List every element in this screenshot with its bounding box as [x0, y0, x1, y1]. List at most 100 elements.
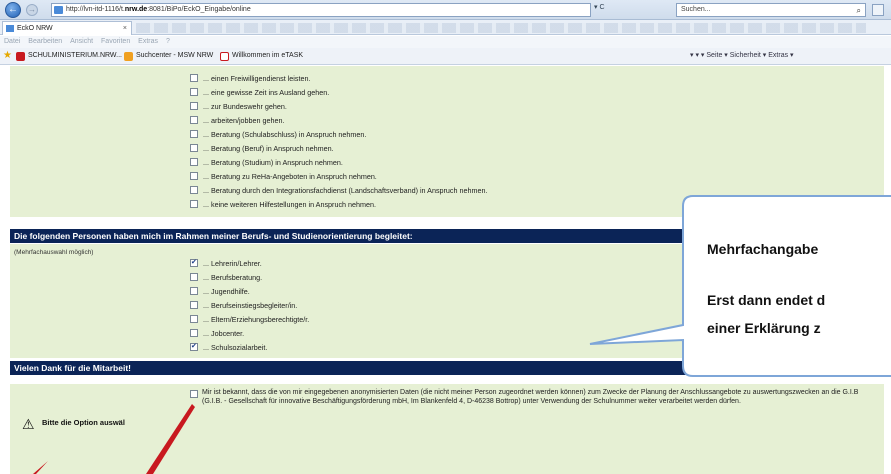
option-label: ... einen Freiwilligendienst leisten.	[203, 74, 311, 83]
option-jugendhilfe[interactable]: ... Jugendhilfe.	[190, 286, 250, 297]
option-label: ... Jugendhilfe.	[203, 287, 250, 296]
option-integrationsfachdienst[interactable]: ... Beratung durch den Integrationsfachd…	[190, 185, 488, 196]
checkbox[interactable]	[190, 130, 198, 139]
option-label: ... Jobcenter.	[203, 329, 245, 338]
checkbox-checked[interactable]	[190, 259, 198, 268]
checkbox[interactable]	[190, 200, 198, 209]
callout-heading: Mehrfachangabe	[707, 241, 819, 257]
option-arbeiten[interactable]: ... arbeiten/jobben gehen.	[190, 115, 285, 126]
menu-help[interactable]: ?	[166, 38, 170, 45]
section-header-dank: Vielen Dank für die Mitarbeit!	[10, 361, 884, 375]
address-prefix: http://lvn-itd-1116/t.	[66, 6, 125, 13]
checkbox[interactable]	[190, 329, 198, 338]
option-beratung-studium[interactable]: ... Beratung (Studium) in Anspruch nehme…	[190, 157, 343, 168]
option-label: ... Eltern/Erziehungsberechtigte/r.	[203, 315, 310, 324]
checkbox[interactable]	[190, 301, 198, 310]
option-ausland[interactable]: ... eine gewisse Zeit ins Ausland gehen.	[190, 87, 329, 98]
option-beratung-beruf[interactable]: ... Beratung (Beruf) in Anspruch nehmen.	[190, 143, 334, 154]
favorites-bar: ★ SCHULMINISTERIUM.NRW... Suchcenter - M…	[0, 48, 891, 65]
checkbox[interactable]	[190, 74, 198, 83]
command-bar[interactable]: ▾ ▾ ▾ Seite ▾ Sicherheit ▾ Extras ▾	[690, 48, 794, 64]
option-label: ... keine weiteren Hilfestellungen in An…	[203, 200, 377, 209]
favorite-label: SCHULMINISTERIUM.NRW...	[28, 52, 122, 59]
tab-ecko-nrw[interactable]: EckO NRW ×	[2, 21, 132, 35]
menu-bar: Datei Bearbeiten Ansicht Favoriten Extra…	[0, 36, 891, 48]
etask-logo-icon	[220, 52, 229, 61]
option-berufseinstiegsbegleiter[interactable]: ... Berufseinstiegsbegleiter/in.	[190, 300, 297, 311]
favorite-schulministerium[interactable]: SCHULMINISTERIUM.NRW...	[16, 48, 122, 64]
option-label: ... Beratung zu ReHa-Angeboten in Anspru…	[203, 172, 377, 181]
checkbox-checked[interactable]	[190, 343, 198, 352]
option-label: ... Lehrerin/Lehrer.	[203, 259, 262, 268]
option-schulsozialarbeit[interactable]: ... Schulsozialarbeit.	[190, 342, 267, 353]
checkbox[interactable]	[190, 102, 198, 111]
option-beratung-reha[interactable]: ... Beratung zu ReHa-Angeboten in Anspru…	[190, 171, 377, 182]
checkbox[interactable]	[190, 158, 198, 167]
option-label: ... Beratung (Studium) in Anspruch nehme…	[203, 158, 343, 167]
favorite-etask[interactable]: Willkommen im eTASK	[220, 48, 303, 64]
option-label: ... Beratung (Beruf) in Anspruch nehmen.	[203, 144, 334, 153]
tab-favicon-icon	[6, 25, 14, 32]
checkbox[interactable]	[190, 144, 198, 153]
menu-extras[interactable]: Extras	[138, 38, 158, 45]
back-button[interactable]: ←	[5, 2, 21, 18]
menu-favoriten[interactable]: Favoriten	[101, 38, 130, 45]
consent-text: Mir ist bekannt, dass die von mir eingeg…	[202, 389, 859, 405]
search-input[interactable]: Suchen... ⌕	[676, 3, 866, 17]
refresh-dropdown-controls[interactable]: ▾ C	[594, 3, 605, 11]
checkbox[interactable]	[190, 186, 198, 195]
warning-triangle-icon: ⚠	[22, 416, 35, 432]
forward-button[interactable]: →	[26, 4, 38, 16]
page-favicon-icon	[54, 6, 63, 14]
checkbox[interactable]	[190, 88, 198, 97]
option-beratung-schulabschluss[interactable]: ... Beratung (Schulabschluss) in Anspruc…	[190, 129, 366, 140]
option-label: ... Beratung (Schulabschluss) in Anspruc…	[203, 130, 367, 139]
tab-title: EckO NRW	[17, 25, 53, 32]
home-icon[interactable]	[872, 4, 884, 16]
option-label: ... Berufsberatung.	[203, 273, 263, 282]
checkbox[interactable]	[190, 287, 198, 296]
menu-bearbeiten[interactable]: Bearbeiten	[28, 38, 62, 45]
checkbox[interactable]	[190, 172, 198, 181]
search-placeholder: Suchen...	[681, 6, 711, 13]
menu-ansicht[interactable]: Ansicht	[70, 38, 93, 45]
checkbox[interactable]	[190, 273, 198, 282]
option-label: ... Schulsozialarbeit.	[203, 343, 268, 352]
browser-titlebar: ← → http://lvn-itd-1116/t.nrw.de:8081/Bi…	[0, 0, 891, 20]
option-keine-hilfestellungen[interactable]: ... keine weiteren Hilfestellungen in An…	[190, 199, 376, 210]
favorite-label: Willkommen im eTASK	[232, 52, 304, 59]
consent-checkbox[interactable]	[190, 390, 198, 398]
checkbox[interactable]	[190, 116, 198, 125]
page-content: Die folgenden Personen haben mich im Rah…	[0, 66, 891, 474]
option-eltern[interactable]: ... Eltern/Erziehungsberechtigte/r.	[190, 314, 309, 325]
multiple-choice-note: (Mehrfachauswahl möglich)	[14, 249, 94, 256]
option-label: ... Berufseinstiegsbegleiter/in.	[203, 301, 298, 310]
option-bundeswehr[interactable]: ... zur Bundeswehr gehen.	[190, 101, 287, 112]
suchcenter-logo-icon	[124, 52, 133, 61]
checkbox[interactable]	[190, 315, 198, 324]
menu-datei[interactable]: Datei	[4, 38, 20, 45]
callout-line-2: Erst dann endet d	[707, 292, 826, 308]
favorite-suchcenter[interactable]: Suchcenter - MSW NRW	[124, 48, 213, 64]
callout-line-3: einer Erklärung z	[707, 320, 821, 336]
search-icon[interactable]: ⌕	[857, 5, 861, 17]
warning-text: Bitte die Option auswäl	[42, 418, 125, 427]
favorites-star-icon[interactable]: ★	[3, 51, 12, 61]
address-suffix: :8081/BiPo/EckO_Eingabe/online	[147, 6, 251, 13]
option-freiwilligendienst[interactable]: ... einen Freiwilligendienst leisten.	[190, 73, 310, 84]
option-label: ... Beratung durch den Integrationsfachd…	[203, 186, 488, 195]
schulministerium-logo-icon	[16, 52, 25, 61]
option-jobcenter[interactable]: ... Jobcenter.	[190, 328, 244, 339]
consent-option[interactable]: Mir ist bekannt, dass die von mir eingeg…	[190, 389, 880, 406]
blurred-toolbar-strip	[136, 23, 866, 33]
favorite-label: Suchcenter - MSW NRW	[136, 52, 214, 59]
option-label: ... eine gewisse Zeit ins Ausland gehen.	[203, 88, 330, 97]
option-label: ... arbeiten/jobben gehen.	[203, 116, 285, 125]
option-berufsberatung[interactable]: ... Berufsberatung.	[190, 272, 262, 283]
warning-message: ⚠ Bitte die Option auswäl	[22, 416, 125, 432]
address-host: nrw.de	[124, 6, 148, 13]
address-bar[interactable]: http://lvn-itd-1116/t.nrw.de:8081/BiPo/E…	[51, 3, 591, 17]
option-lehrer[interactable]: ... Lehrerin/Lehrer.	[190, 258, 262, 269]
close-tab-icon[interactable]: ×	[123, 22, 127, 35]
option-label: ... zur Bundeswehr gehen.	[203, 102, 287, 111]
